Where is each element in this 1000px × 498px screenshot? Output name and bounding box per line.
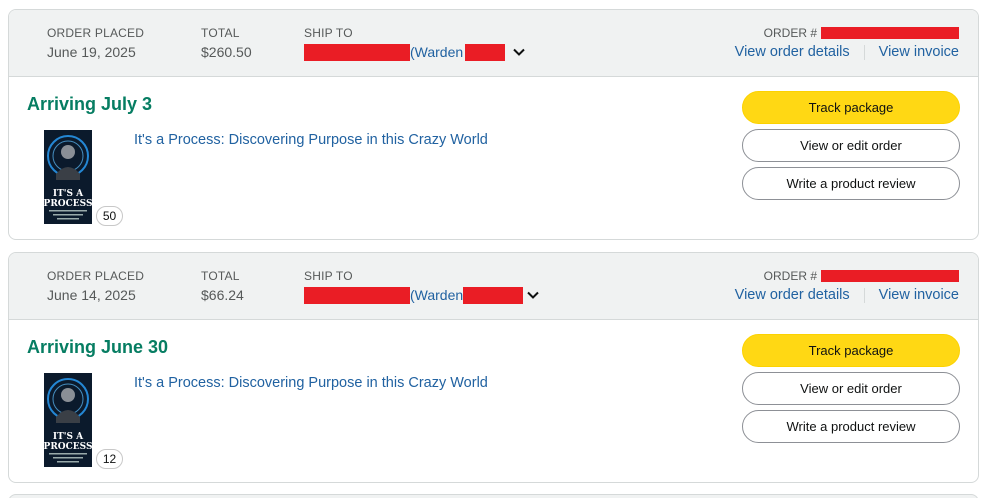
redacted-block [304, 286, 410, 304]
order-total-label: TOTAL [201, 26, 240, 40]
ship-to-dropdown[interactable]: (Warden [304, 42, 527, 62]
order-placed-date: June 14, 2025 [47, 287, 136, 303]
ship-to-label: SHIP TO [304, 269, 353, 283]
order-placed-label: ORDER PLACED [47, 26, 145, 40]
order-placed-date: June 19, 2025 [47, 44, 136, 60]
quantity-badge: 50 [96, 206, 123, 226]
book-cover-title-1: IT'S A [53, 189, 84, 199]
ship-to-name-text: (Warden [410, 44, 464, 60]
link-divider [863, 44, 865, 60]
product-thumbnail[interactable]: IT'S A PROCESS [44, 130, 92, 224]
order-header: ORDER PLACED June 14, 2025 TOTAL $66.24 … [9, 253, 978, 320]
order-placed-label: ORDER PLACED [47, 269, 145, 283]
view-order-details-link[interactable]: View order details [735, 42, 850, 62]
order-total-label: TOTAL [201, 269, 240, 283]
quantity-badge: 12 [96, 449, 123, 469]
book-cover-title-2: PROCESS [44, 442, 92, 452]
view-invoice-link[interactable]: View invoice [879, 285, 959, 305]
ship-to-column: SHIP TO (Warden [304, 26, 527, 62]
order-total-column: TOTAL $66.24 [201, 269, 244, 305]
chevron-down-icon[interactable] [511, 44, 527, 60]
redacted-order-number [821, 27, 959, 39]
order-number-label-text: ORDER # [763, 26, 817, 40]
order-number-label: ORDER # [735, 269, 959, 283]
book-cover-title-1: IT'S A [53, 432, 84, 442]
order-links: View order details View invoice [735, 285, 959, 305]
chevron-down-icon[interactable] [525, 287, 541, 303]
view-invoice-link[interactable]: View invoice [879, 42, 959, 62]
write-review-button[interactable]: Write a product review [742, 167, 960, 200]
book-cover-title-2: PROCESS [44, 199, 92, 209]
order-placed-column: ORDER PLACED June 19, 2025 [47, 26, 144, 62]
order-links: View order details View invoice [735, 42, 959, 62]
ship-to-dropdown[interactable]: (Warden [304, 285, 541, 305]
view-edit-order-button[interactable]: View or edit order [742, 129, 960, 162]
order-number-label: ORDER # [735, 26, 959, 40]
ship-to-column: SHIP TO (Warden [304, 269, 541, 305]
redacted-block [465, 43, 506, 61]
track-package-button[interactable]: Track package [742, 91, 960, 124]
product-title-link[interactable]: It's a Process: Discovering Purpose in t… [134, 373, 488, 393]
product-title-link[interactable]: It's a Process: Discovering Purpose in t… [134, 130, 488, 150]
order-total-value: $66.24 [201, 287, 244, 303]
order-number-column: ORDER # View order details View invoice [735, 269, 959, 305]
order-header: ORDER PLACED June 19, 2025 TOTAL $260.50… [9, 10, 978, 77]
product-thumbnail[interactable]: IT'S A PROCESS [44, 373, 92, 467]
delivery-status: Arriving June 30 [27, 337, 169, 357]
order-card: ORDER PLACED June 14, 2025 TOTAL $66.24 … [8, 252, 979, 483]
redacted-block [304, 43, 410, 61]
order-number-column: ORDER # View order details View invoice [735, 26, 959, 62]
redacted-order-number [821, 270, 959, 282]
redacted-block [463, 286, 524, 304]
order-total-column: TOTAL $260.50 [201, 26, 252, 62]
ship-to-name[interactable]: (Warden [410, 285, 524, 305]
next-order-card-edge [8, 494, 979, 498]
ship-to-label: SHIP TO [304, 26, 353, 40]
view-order-details-link[interactable]: View order details [735, 285, 850, 305]
order-number-label-text: ORDER # [763, 269, 817, 283]
link-divider [863, 287, 865, 303]
ship-to-name-text: (Warden [410, 287, 464, 303]
view-edit-order-button[interactable]: View or edit order [742, 372, 960, 405]
ship-to-name[interactable]: (Warden [410, 42, 506, 62]
order-placed-column: ORDER PLACED June 14, 2025 [47, 269, 144, 305]
order-total-value: $260.50 [201, 44, 252, 60]
delivery-status: Arriving July 3 [27, 94, 153, 114]
write-review-button[interactable]: Write a product review [742, 410, 960, 443]
order-card: ORDER PLACED June 19, 2025 TOTAL $260.50… [8, 9, 979, 240]
track-package-button[interactable]: Track package [742, 334, 960, 367]
